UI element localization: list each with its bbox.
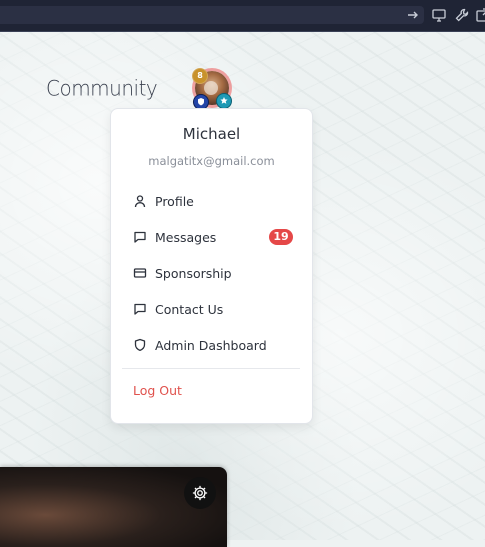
menu-item-label: Sponsorship bbox=[155, 265, 232, 281]
site-logo[interactable]: Community bbox=[46, 75, 158, 100]
user-icon bbox=[133, 194, 147, 208]
menu-item-label: Admin Dashboard bbox=[155, 337, 267, 353]
settings-button[interactable] bbox=[184, 477, 216, 509]
menu-item-label: Profile bbox=[155, 193, 194, 209]
menu-item-messages[interactable]: Messages 19 bbox=[133, 226, 293, 248]
coin-badge-icon: 8 bbox=[192, 68, 208, 84]
wrench-icon[interactable] bbox=[454, 7, 470, 23]
unread-count-badge: 19 bbox=[269, 229, 293, 245]
menu-item-label: Messages bbox=[155, 229, 217, 245]
menu-item-sponsorship[interactable]: Sponsorship bbox=[133, 262, 293, 284]
menu-item-label: Contact Us bbox=[155, 301, 224, 317]
external-link-icon[interactable] bbox=[475, 7, 485, 23]
address-bar[interactable] bbox=[0, 6, 424, 24]
user-email: malgatitx@gmail.com bbox=[148, 154, 275, 168]
logout-button[interactable]: Log Out bbox=[133, 383, 182, 398]
go-arrow-icon[interactable] bbox=[405, 7, 421, 23]
star-badge-icon bbox=[216, 93, 232, 109]
gear-icon bbox=[191, 484, 209, 502]
user-avatar-button[interactable]: 8 bbox=[190, 68, 236, 110]
browser-toolbar bbox=[0, 0, 485, 32]
menu-item-contact-us[interactable]: Contact Us bbox=[133, 298, 293, 320]
menu-item-admin-dashboard[interactable]: Admin Dashboard bbox=[133, 334, 293, 356]
menu-item-profile[interactable]: Profile bbox=[133, 190, 293, 212]
menu-divider bbox=[122, 368, 300, 369]
monitor-icon[interactable] bbox=[431, 7, 447, 23]
message-icon bbox=[133, 302, 147, 316]
user-name: Michael bbox=[182, 125, 241, 143]
shield-icon bbox=[133, 338, 147, 352]
user-dropdown-menu: Michael malgatitx@gmail.com Profile Mess… bbox=[110, 108, 313, 424]
credit-card-icon bbox=[133, 266, 147, 280]
message-icon bbox=[133, 230, 147, 244]
